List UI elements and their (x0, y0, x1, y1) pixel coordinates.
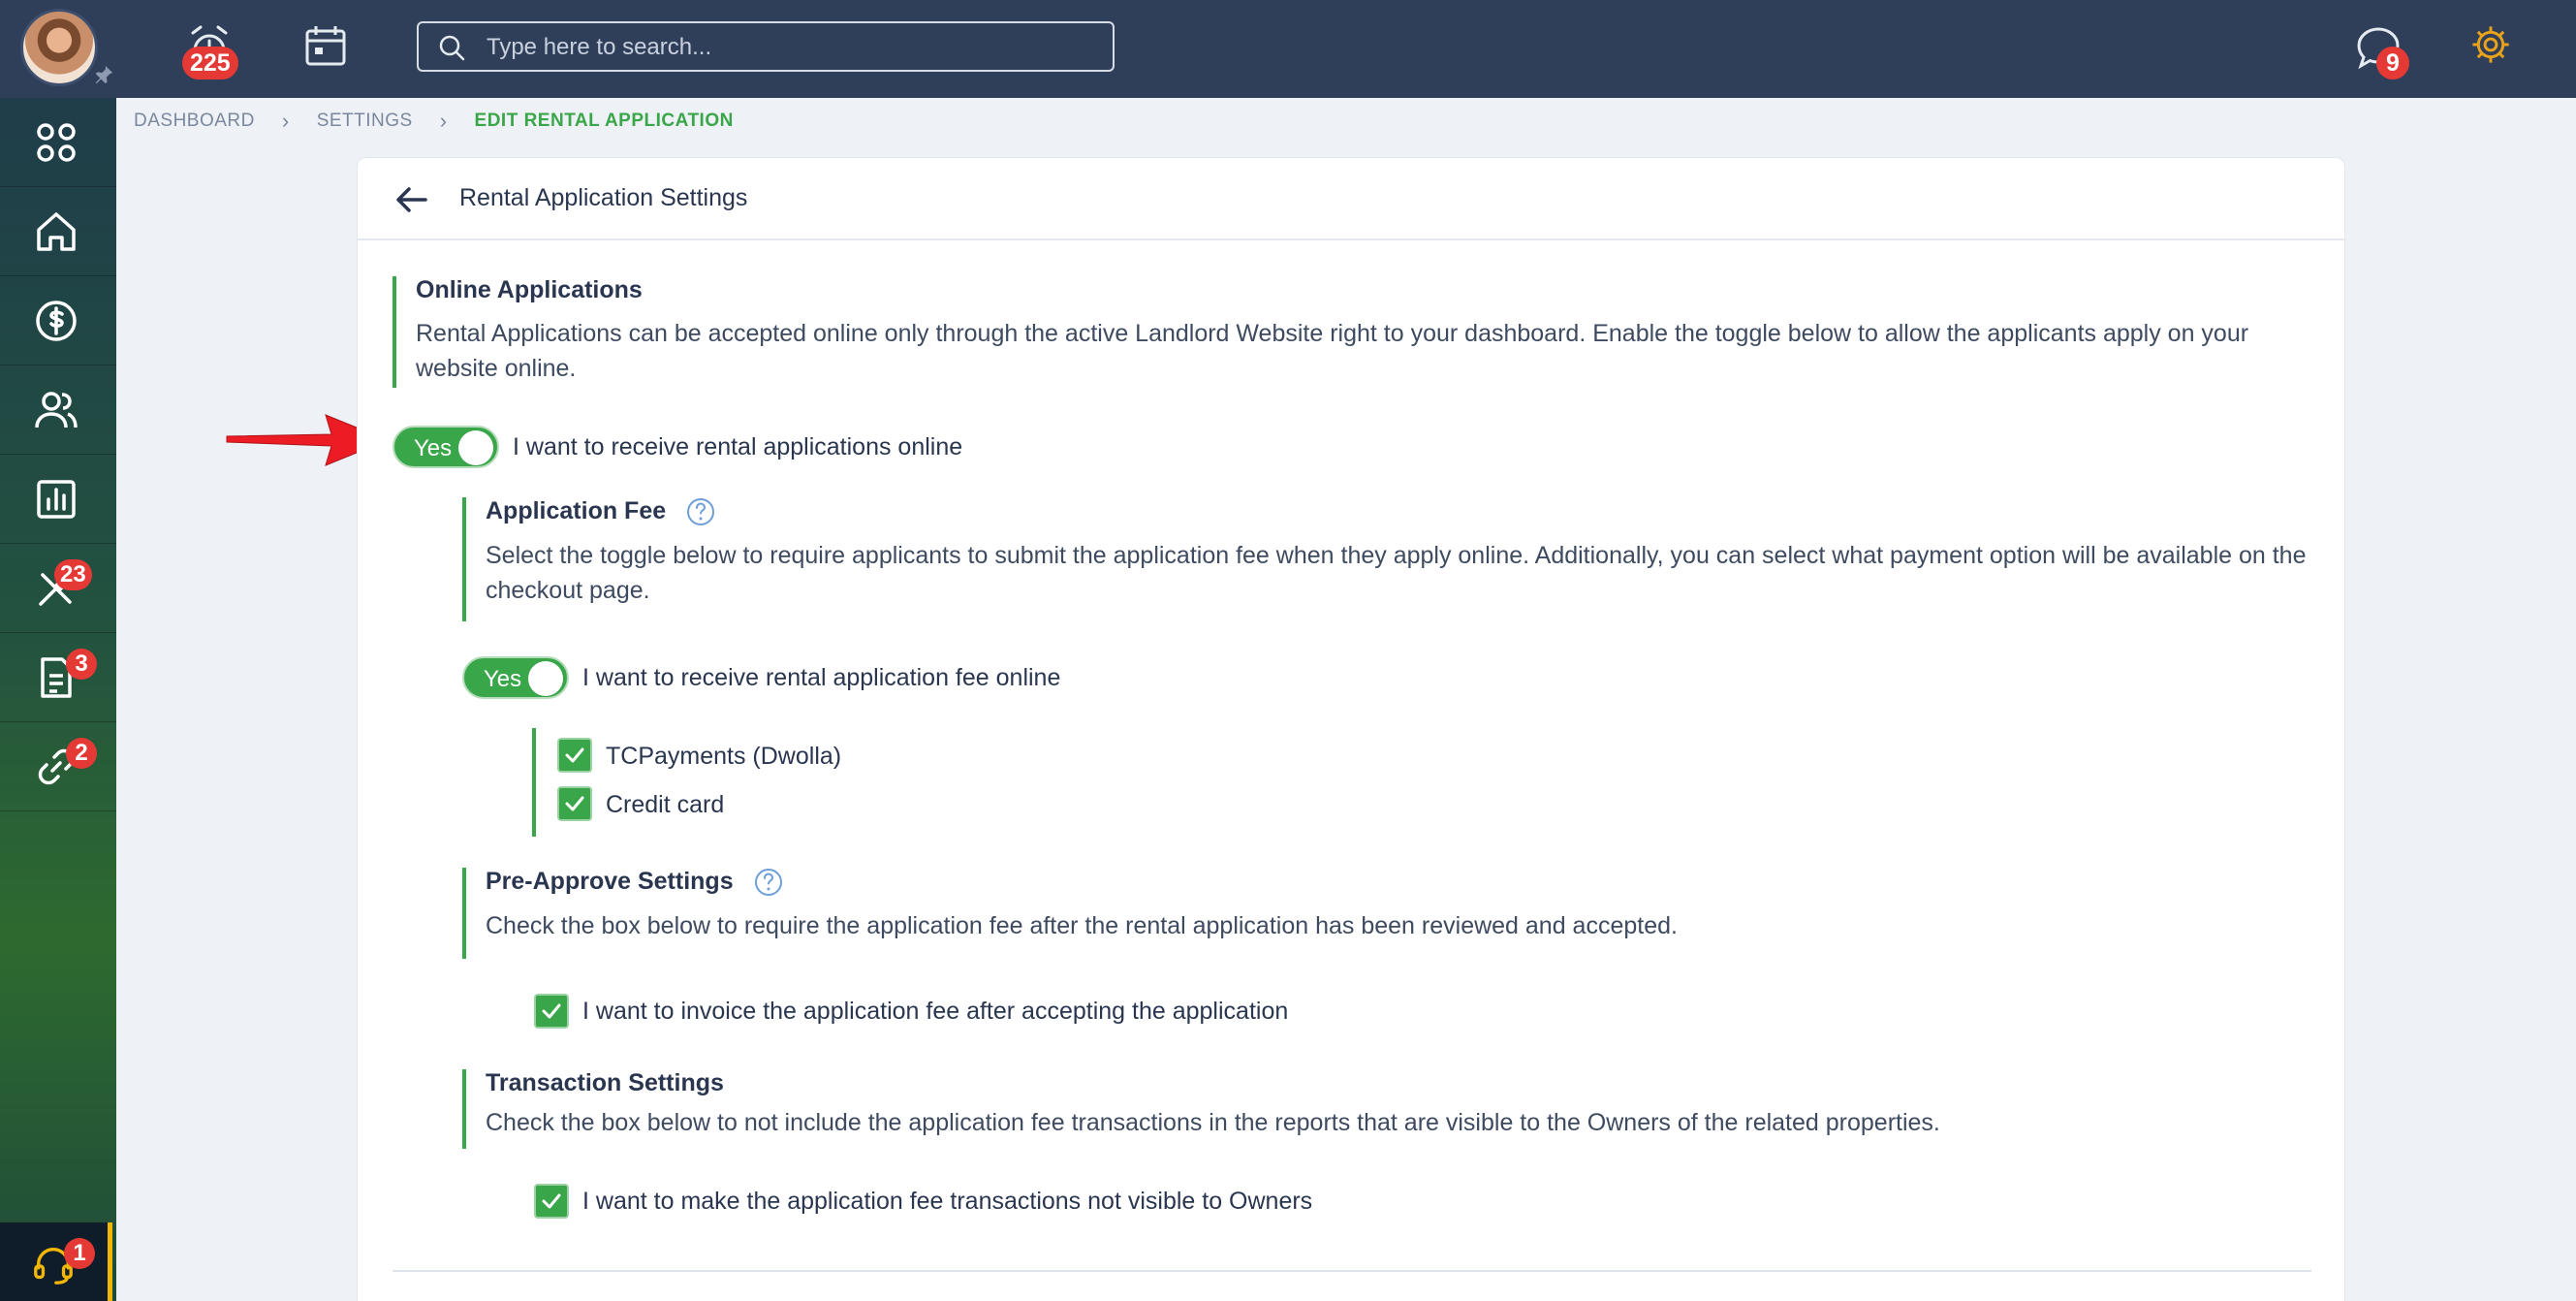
sidebar-item-apps[interactable] (0, 98, 116, 187)
search-icon (439, 35, 465, 61)
check-icon (542, 1193, 561, 1209)
section-title: Application Fee (486, 497, 2323, 526)
section-description: Rental Applications can be accepted onli… (416, 320, 2249, 382)
sidebar: 23 3 2 (0, 98, 116, 1301)
dollar-icon (36, 301, 77, 341)
gear-icon[interactable] (2469, 23, 2520, 74)
breadcrumb-dashboard[interactable]: DASHBOARD (134, 111, 255, 132)
chevron-right-icon: › (281, 109, 290, 133)
application-fee-section: Application Fee Select the toggle below … (462, 497, 2323, 621)
chevron-right-icon: › (439, 109, 448, 133)
notifications-badge: 225 (182, 47, 238, 79)
online-applications-toggle[interactable]: Yes (393, 426, 499, 468)
top-bar: 225 9 (0, 0, 2576, 98)
sidebar-item-accounting[interactable] (0, 276, 116, 365)
settings-card: Rental Application Settings Online Appli… (357, 157, 2346, 1301)
sidebar-item-maintenance[interactable]: 23 (0, 544, 116, 633)
breadcrumb-settings[interactable]: SETTINGS (317, 111, 413, 132)
check-icon (565, 747, 584, 763)
card-header: Rental Application Settings (358, 158, 2346, 240)
transaction-section: Transaction Settings Check the box below… (462, 1069, 2323, 1149)
grid-icon (37, 123, 76, 162)
section-title: Transaction Settings (486, 1069, 724, 1096)
tcpayments-label: TCPayments (Dwolla) (606, 743, 842, 770)
calendar-icon[interactable] (300, 21, 351, 72)
invoice-fee-label: I want to invoice the application fee af… (582, 998, 1289, 1025)
page-title: Rental Application Settings (459, 184, 748, 211)
payment-options-bar (532, 728, 536, 837)
help-icon[interactable] (754, 868, 783, 897)
breadcrumb: DASHBOARD › SETTINGS › EDIT RENTAL APPLI… (134, 109, 734, 134)
section-title: Online Applications (416, 276, 643, 303)
online-applications-section: Online Applications Rental Applications … (393, 276, 2321, 388)
tcpayments-checkbox[interactable] (557, 738, 592, 773)
pre-approve-section: Pre-Approve Settings Check the box below… (462, 868, 2323, 959)
invoice-fee-checkbox[interactable] (534, 994, 569, 1029)
credit-card-label: Credit card (606, 791, 725, 818)
pin-icon[interactable] (93, 64, 114, 85)
sidebar-item-people[interactable] (0, 365, 116, 455)
sidebar-item-reports[interactable] (0, 455, 116, 544)
breadcrumb-current: EDIT RENTAL APPLICATION (474, 111, 734, 131)
search-input[interactable] (487, 31, 1087, 64)
check-icon (542, 1003, 561, 1019)
users-icon (35, 392, 78, 428)
section-description: Check the box below to require the appli… (486, 912, 1678, 940)
sidebar-item-documents[interactable]: 3 (0, 633, 116, 722)
links-badge: 2 (66, 738, 97, 769)
application-fee-toggle[interactable]: Yes (462, 656, 569, 699)
online-applications-label: I want to receive rental applications on… (513, 433, 963, 460)
hide-transactions-checkbox[interactable] (534, 1184, 569, 1219)
sidebar-item-links[interactable]: 2 (0, 722, 116, 811)
support-button[interactable]: 1 (0, 1222, 112, 1301)
pre-approve-title: Pre-Approve Settings (486, 868, 734, 895)
section-description: Select the toggle below to require appli… (486, 542, 2307, 605)
hide-transactions-label: I want to make the application fee trans… (582, 1188, 1313, 1215)
sidebar-item-home[interactable] (0, 187, 116, 276)
help-icon[interactable] (686, 497, 715, 526)
toggle-knob (528, 661, 563, 696)
chart-icon (37, 480, 76, 519)
application-fee-toggle-label: I want to receive rental application fee… (582, 664, 1061, 691)
messages-badge: 9 (2376, 47, 2409, 79)
section-title: Pre-Approve Settings (486, 868, 2323, 897)
toggle-label: Yes (414, 435, 453, 461)
maintenance-badge: 23 (54, 559, 92, 590)
application-fee-title: Application Fee (486, 497, 667, 524)
section-description: Check the box below to not include the a… (486, 1109, 1940, 1136)
credit-card-checkbox[interactable] (557, 786, 592, 821)
toggle-label: Yes (484, 666, 522, 692)
documents-badge: 3 (66, 649, 97, 680)
support-badge: 1 (64, 1238, 95, 1269)
search-box[interactable] (417, 21, 1115, 72)
home-icon (37, 212, 76, 251)
check-icon (565, 796, 584, 811)
toggle-knob (458, 430, 493, 465)
back-arrow-icon[interactable] (394, 183, 429, 216)
avatar[interactable] (20, 9, 98, 86)
divider (393, 1270, 2311, 1272)
